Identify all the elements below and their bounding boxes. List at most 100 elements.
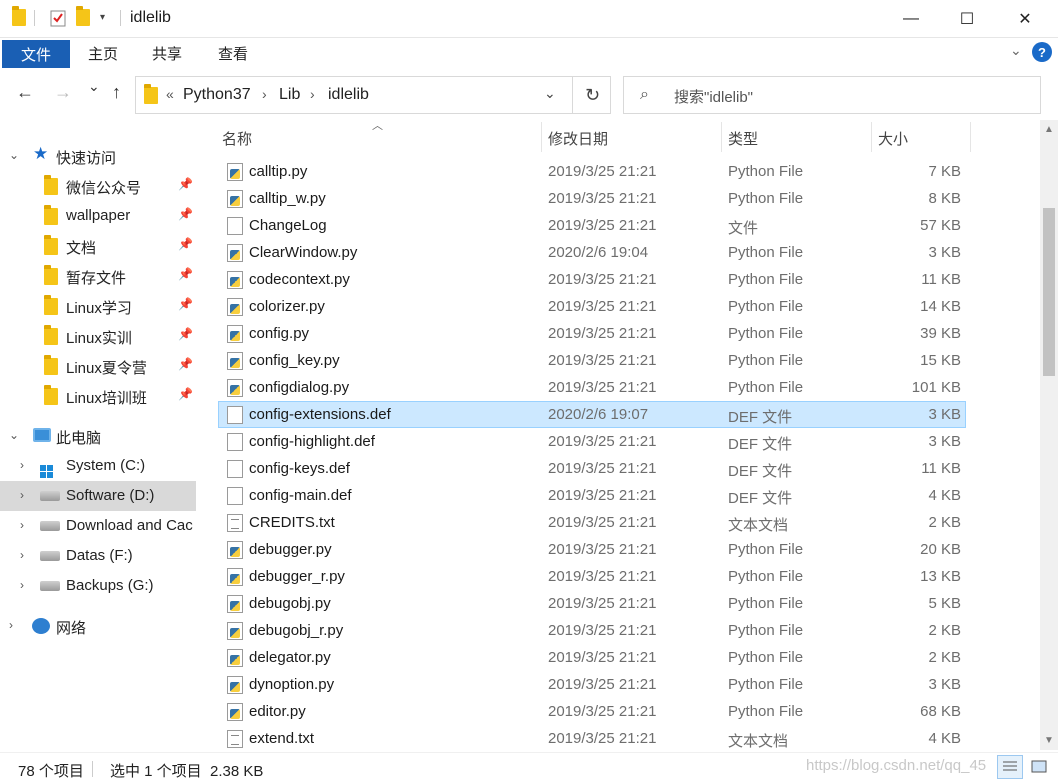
tab-file[interactable]: 文件 — [2, 40, 70, 68]
sidebar-item-quick-access[interactable]: ⌄ ★ 快速访问 — [0, 141, 196, 171]
file-name: calltip_w.py — [249, 190, 326, 207]
table-row[interactable]: calltip.py 2019/3/25 21:21 Python File 7 KB — [218, 158, 966, 185]
sidebar-item-pinned[interactable]: Linux培训班 📌 — [0, 381, 196, 411]
address-bar[interactable]: « Python37 › Lib › idlelib ⌄ ↻ — [135, 76, 611, 114]
scroll-up-icon[interactable]: ▲ — [1044, 124, 1054, 135]
tab-view[interactable]: 查看 — [218, 43, 248, 64]
up-button[interactable]: ↑ — [112, 82, 121, 103]
tab-share[interactable]: 共享 — [152, 43, 182, 64]
help-icon[interactable]: ? — [1032, 42, 1052, 62]
python-file-icon — [227, 595, 243, 613]
file-type: Python File — [728, 271, 804, 288]
table-row[interactable]: config_key.py 2019/3/25 21:21 Python File 1… — [218, 347, 966, 374]
table-row[interactable]: debugger.py 2019/3/25 21:21 Python File 20 … — [218, 536, 966, 563]
sidebar-item-drive[interactable]: › Backups (G:) — [0, 571, 196, 601]
table-row[interactable]: calltip_w.py 2019/3/25 21:21 Python File 8 … — [218, 185, 966, 212]
recent-locations-button[interactable]: ⌄ — [88, 78, 100, 95]
tab-home[interactable]: 主页 — [88, 43, 118, 64]
file-list[interactable]: calltip.py 2019/3/25 21:21 Python File 7 KB… — [200, 145, 1040, 752]
sidebar-item-pinned[interactable]: Linux学习 📌 — [0, 291, 196, 321]
refresh-icon[interactable]: ↻ — [572, 77, 612, 113]
pin-icon[interactable]: 📌 — [178, 387, 193, 401]
table-row[interactable]: editor.py 2019/3/25 21:21 Python File 68 KB — [218, 698, 966, 725]
chevron-right-icon[interactable]: › — [20, 458, 24, 472]
pin-icon[interactable]: 📌 — [178, 267, 193, 281]
pin-icon[interactable]: 📌 — [178, 327, 193, 341]
sidebar-item-pinned[interactable]: 暂存文件 📌 — [0, 261, 196, 291]
breadcrumb-python37[interactable]: Python37 — [183, 86, 251, 104]
file-type: Python File — [728, 352, 804, 369]
chevron-right-icon[interactable]: › — [20, 578, 24, 592]
table-row[interactable]: config-extensions.def 2020/2/6 19:07 DEF 文… — [218, 401, 966, 428]
sidebar-item-pinned[interactable]: Linux实训 📌 — [0, 321, 196, 351]
pin-icon[interactable]: 📌 — [178, 237, 193, 251]
sidebar-item-label: Datas (F:) — [66, 547, 133, 564]
breadcrumb-overflow[interactable]: « — [166, 86, 174, 102]
file-name: config-keys.def — [249, 460, 350, 477]
table-row[interactable]: dynoption.py 2019/3/25 21:21 Python File 3 … — [218, 671, 966, 698]
chevron-down-icon[interactable]: ⌄ — [1010, 42, 1022, 59]
scrollbar-thumb[interactable] — [1043, 208, 1055, 376]
table-row[interactable] — [218, 145, 966, 158]
table-row[interactable]: CREDITS.txt 2019/3/25 21:21 文本文档 2 KB — [218, 509, 966, 536]
table-row[interactable]: config-keys.def 2019/3/25 21:21 DEF 文件 11 K… — [218, 455, 966, 482]
customize-toolbar-icon[interactable]: ▾ — [100, 12, 105, 23]
chevron-right-icon[interactable]: › — [9, 618, 13, 632]
watermark: https://blog.csdn.net/qq_45 — [806, 757, 987, 774]
table-row[interactable]: codecontext.py 2019/3/25 21:21 Python File… — [218, 266, 966, 293]
table-row[interactable]: delegator.py 2019/3/25 21:21 Python File 2 … — [218, 644, 966, 671]
sidebar-item-pinned[interactable]: 文档 📌 — [0, 231, 196, 261]
pin-icon[interactable]: 📌 — [178, 297, 193, 311]
pin-icon[interactable]: 📌 — [178, 357, 193, 371]
sidebar-item-network[interactable]: › 网络 — [0, 611, 196, 641]
details-view-button[interactable] — [997, 755, 1023, 779]
sidebar-item-drive[interactable]: › System (C:) — [0, 451, 196, 481]
table-row[interactable]: config-highlight.def 2019/3/25 21:21 DEF 文… — [218, 428, 966, 455]
table-row[interactable]: ClearWindow.py 2020/2/6 19:04 Python File 3… — [218, 239, 966, 266]
sidebar-item-pinned[interactable]: wallpaper 📌 — [0, 201, 196, 231]
sidebar-item-pinned[interactable]: Linux夏令营 📌 — [0, 351, 196, 381]
breadcrumb-lib[interactable]: Lib — [279, 86, 300, 104]
sidebar-item-drive[interactable]: › Download and Cac — [0, 511, 196, 541]
pin-icon[interactable]: 📌 — [178, 207, 193, 221]
file-date: 2019/3/25 21:21 — [548, 433, 657, 450]
folder-icon — [44, 355, 58, 379]
address-dropdown-icon[interactable]: ⌄ — [544, 85, 556, 102]
vertical-scrollbar[interactable]: ▲ ▼ — [1040, 120, 1058, 750]
file-size: 7 KB — [928, 163, 961, 180]
pin-icon[interactable]: 📌 — [178, 177, 193, 191]
search-input[interactable]: ⌕ 搜索"idlelib" — [623, 76, 1041, 114]
table-row[interactable]: debugger_r.py 2019/3/25 21:21 Python File 1… — [218, 563, 966, 590]
table-row[interactable]: debugobj_r.py 2019/3/25 21:21 Python File 2… — [218, 617, 966, 644]
table-row[interactable]: colorizer.py 2019/3/25 21:21 Python File 14… — [218, 293, 966, 320]
forward-button[interactable]: → — [54, 82, 72, 103]
chevron-down-icon[interactable]: ⌄ — [9, 428, 19, 442]
sidebar-item-pinned[interactable]: 微信公众号 📌 — [0, 171, 196, 201]
sidebar-item-drive[interactable]: › Software (D:) — [0, 481, 196, 511]
close-button[interactable]: ✕ — [1002, 0, 1048, 38]
chevron-right-icon[interactable]: › — [20, 548, 24, 562]
chevron-down-icon[interactable]: ⌄ — [9, 148, 19, 162]
large-icons-view-button[interactable] — [1026, 755, 1052, 779]
new-folder-icon[interactable] — [76, 6, 90, 30]
breadcrumb-separator-icon[interactable]: › — [310, 86, 315, 102]
sidebar-item-this-pc[interactable]: ⌄ 此电脑 — [0, 421, 196, 451]
minimize-button[interactable]: — — [888, 0, 934, 38]
table-row[interactable]: configdialog.py 2019/3/25 21:21 Python Fil… — [218, 374, 966, 401]
table-row[interactable]: config.py 2019/3/25 21:21 Python File 39 KB — [218, 320, 966, 347]
file-size: 2 KB — [928, 649, 961, 666]
table-row[interactable]: ChangeLog 2019/3/25 21:21 文件 57 KB — [218, 212, 966, 239]
chevron-right-icon[interactable]: › — [20, 518, 24, 532]
maximize-button[interactable]: ☐ — [944, 0, 990, 38]
sidebar-item-drive[interactable]: › Datas (F:) — [0, 541, 196, 571]
table-row[interactable]: config-main.def 2019/3/25 21:21 DEF 文件 4 KB — [218, 482, 966, 509]
back-button[interactable]: ← — [16, 82, 34, 103]
breadcrumb-idlelib[interactable]: idlelib — [328, 86, 369, 104]
properties-icon[interactable] — [50, 9, 66, 31]
table-row[interactable]: debugobj.py 2019/3/25 21:21 Python File 5 K… — [218, 590, 966, 617]
scroll-down-icon[interactable]: ▼ — [1044, 735, 1054, 746]
breadcrumb-separator-icon[interactable]: › — [262, 86, 267, 102]
table-row[interactable]: extend.txt 2019/3/25 21:21 文本文档 4 KB — [218, 725, 966, 752]
chevron-right-icon[interactable]: › — [20, 488, 24, 502]
sidebar-item-label: System (C:) — [66, 457, 146, 474]
